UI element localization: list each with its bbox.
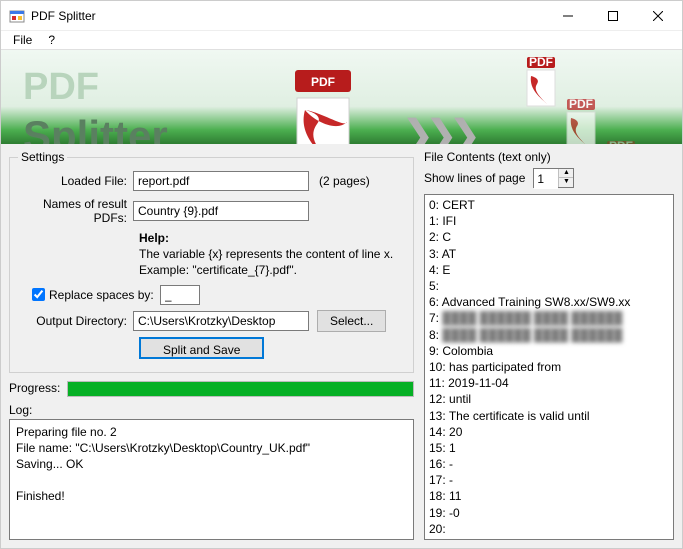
window-controls [545,1,680,30]
log-section: Log: Preparing file no. 2 File name: "C:… [9,403,414,540]
svg-text:PDF: PDF [311,75,335,89]
menubar: File ? [1,31,682,50]
progress-section: Progress: [9,381,414,397]
settings-legend: Settings [18,150,67,164]
replace-spaces-input[interactable] [160,285,200,305]
file-contents-line: 0: CERT [429,197,669,213]
file-contents-line: 8: ████ ██████ ████ ██████ [429,327,669,343]
settings-group: Settings Loaded File: (2 pages) Names of… [9,150,414,373]
banner-text-splitter: Splitter [23,112,168,144]
svg-text:PDF: PDF [529,56,553,69]
window-title: PDF Splitter [31,9,545,23]
file-contents-line: 15: 1 [429,440,669,456]
file-contents-line: 13: The certificate is valid until [429,408,669,424]
svg-text:PDF: PDF [569,98,593,111]
file-contents-line: 4: E [429,262,669,278]
file-contents-line: 16: - [429,456,669,472]
file-contents-line: 17: - [429,472,669,488]
page-spinner[interactable]: ▲ ▼ [533,168,574,188]
banner: PDF Splitter PDF ❯❯❯ PDF PDF PDF [1,50,682,144]
show-lines-label: Show lines of page [424,171,525,185]
log-textarea[interactable]: Preparing file no. 2 File name: "C:\User… [9,419,414,540]
output-dir-label: Output Directory: [18,314,133,328]
loaded-file-input [133,171,309,191]
body: Settings Loaded File: (2 pages) Names of… [1,144,682,548]
svg-text:PDF: PDF [609,140,633,144]
file-contents-line: 11: 2019-11-04 [429,375,669,391]
close-button[interactable] [635,1,680,30]
file-contents-line: 18: 11 [429,488,669,504]
file-contents-line: 14: 20 [429,424,669,440]
pages-note: (2 pages) [319,174,370,188]
output-dir-input[interactable] [133,311,309,331]
pdf-mini-icon-3: PDF [599,140,641,144]
split-and-save-button[interactable]: Split and Save [139,337,264,359]
replace-spaces-checkbox[interactable] [32,288,45,301]
pdf-mini-icon-2: PDF [559,98,601,144]
banner-text-pdf: PDF [23,66,99,109]
file-contents-line: 5: [429,278,669,294]
right-column: File Contents (text only) Show lines of … [424,150,674,540]
app-icon [9,8,25,24]
spinner-down-button[interactable]: ▼ [559,178,573,187]
file-contents-line: 6: Advanced Training SW8.xx/SW9.xx [429,294,669,310]
file-contents-line: 10: has participated from [429,359,669,375]
file-contents-list[interactable]: 0: CERT1: IFI2: C3: AT4: E5: 6: Advanced… [424,194,674,540]
file-contents-line: 7: ████ ██████ ████ ██████ [429,310,669,326]
select-dir-button[interactable]: Select... [317,310,386,332]
file-contents-line: 9: Colombia [429,343,669,359]
left-column: Settings Loaded File: (2 pages) Names of… [9,150,414,540]
file-contents-line: 12: until [429,391,669,407]
minimize-button[interactable] [545,1,590,30]
page-spinner-input[interactable] [534,169,558,189]
spinner-up-button[interactable]: ▲ [559,169,573,178]
arrows-icon: ❯❯❯ [401,112,472,144]
app-window: PDF Splitter File ? PDF Splitter PDF ❯❯❯… [0,0,683,549]
help-text: Help: The variable {x} represents the co… [139,230,405,279]
replace-spaces-checkbox-label[interactable]: Replace spaces by: [32,288,154,302]
menu-file[interactable]: File [5,31,40,49]
progress-bar [67,381,414,397]
progress-fill [68,382,413,396]
loaded-file-label: Loaded File: [18,174,133,188]
file-contents-line: 20: [429,521,669,537]
file-contents-line: 1: IFI [429,213,669,229]
titlebar: PDF Splitter [1,1,682,31]
file-contents-line: 19: -0 [429,505,669,521]
log-label: Log: [9,403,414,417]
file-contents-line: 3: AT [429,246,669,262]
result-names-input[interactable] [133,201,309,221]
maximize-button[interactable] [590,1,635,30]
file-contents-label: File Contents (text only) [424,150,674,164]
file-contents-line: 2: C [429,229,669,245]
pdf-mini-icon-1: PDF [519,56,561,111]
progress-label: Progress: [9,381,67,395]
result-names-label: Names of result PDFs: [18,197,133,225]
pdf-icon: PDF [277,68,367,144]
menu-help[interactable]: ? [40,31,63,49]
